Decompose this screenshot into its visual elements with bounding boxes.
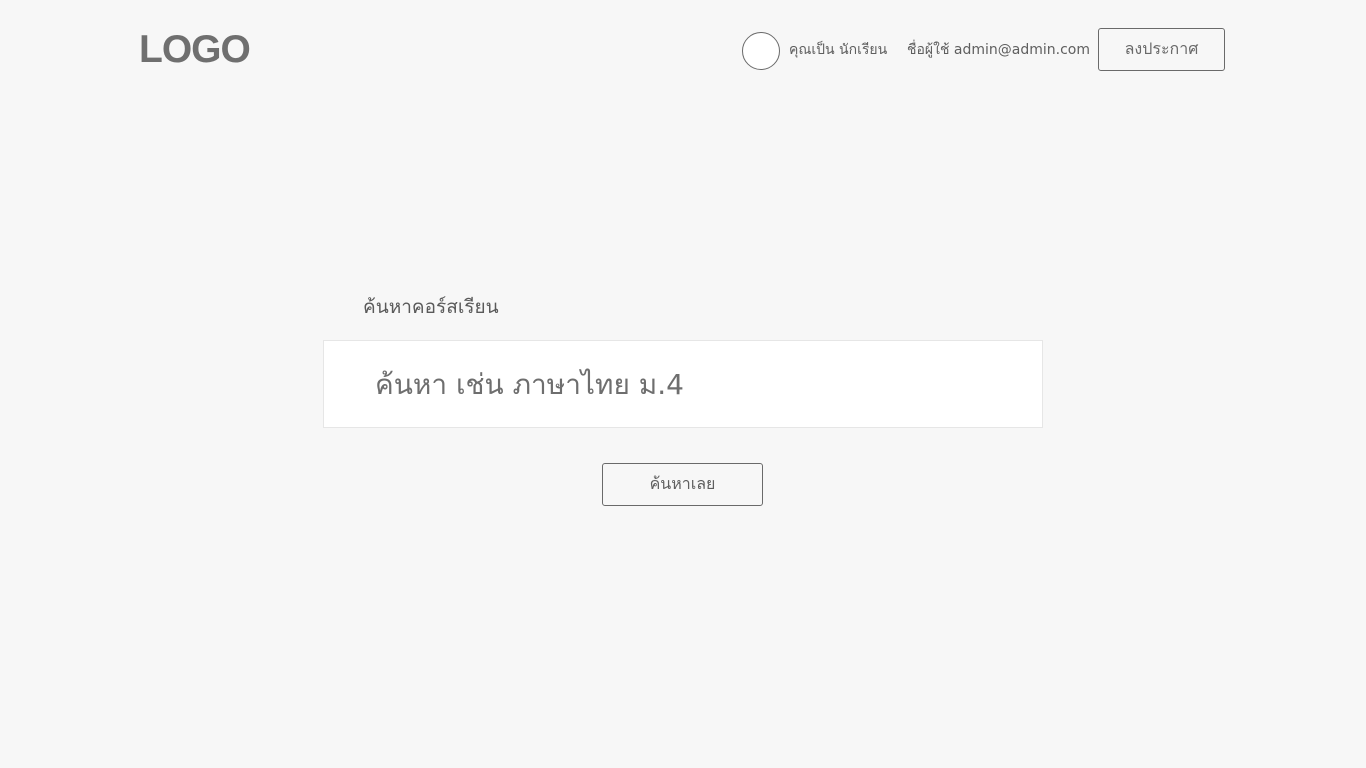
search-box: [323, 340, 1043, 428]
avatar[interactable]: [742, 32, 780, 70]
post-announcement-button[interactable]: ลงประกาศ: [1098, 28, 1225, 71]
search-button[interactable]: ค้นหาเลย: [602, 463, 763, 506]
username-text: ชื่อผู้ใช้ admin@admin.com: [907, 42, 1090, 58]
search-input[interactable]: [324, 341, 1042, 427]
logo[interactable]: LOGO: [139, 28, 251, 72]
page: LOGO คุณเป็น นักเรียน ชื่อผู้ใช้ admin@a…: [0, 0, 1366, 768]
search-section-title: ค้นหาคอร์สเรียน: [363, 296, 499, 318]
user-role-text: คุณเป็น นักเรียน: [789, 42, 888, 58]
